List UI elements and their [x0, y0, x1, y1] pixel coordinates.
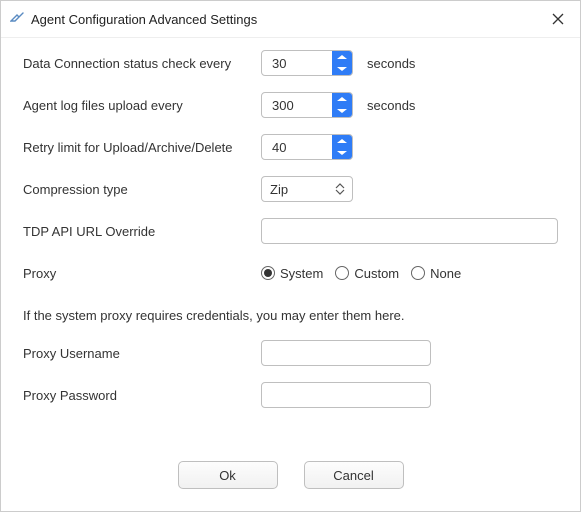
proxy-note: If the system proxy requires credentials… [23, 308, 405, 323]
compression-label: Compression type [23, 182, 261, 197]
row-proxy-password: Proxy Password [23, 382, 558, 408]
retry-limit-label: Retry limit for Upload/Archive/Delete [23, 140, 261, 155]
ok-button[interactable]: Ok [178, 461, 278, 489]
dialog-window: Agent Configuration Advanced Settings Da… [0, 0, 581, 512]
proxy-radio-none[interactable]: None [411, 266, 461, 281]
data-connection-spinner[interactable] [261, 50, 353, 76]
retry-limit-input[interactable] [270, 139, 328, 156]
row-data-connection: Data Connection status check every secon… [23, 50, 558, 76]
proxy-radio-system-label: System [280, 266, 323, 281]
spinner-arrows-icon[interactable] [332, 51, 352, 75]
radio-icon [335, 266, 349, 280]
radio-icon [261, 266, 275, 280]
row-tdp-url: TDP API URL Override [23, 218, 558, 244]
row-proxy: Proxy System Custom None [23, 260, 558, 286]
spinner-arrows-icon[interactable] [332, 93, 352, 117]
proxy-username-label: Proxy Username [23, 346, 261, 361]
row-proxy-note: If the system proxy requires credentials… [23, 302, 558, 328]
proxy-label: Proxy [23, 266, 261, 281]
retry-limit-spinner[interactable] [261, 134, 353, 160]
close-button[interactable] [546, 7, 570, 31]
row-log-upload: Agent log files upload every seconds [23, 92, 558, 118]
titlebar: Agent Configuration Advanced Settings [1, 1, 580, 38]
app-icon [9, 11, 25, 27]
content: Data Connection status check every secon… [1, 38, 580, 443]
proxy-password-label: Proxy Password [23, 388, 261, 403]
proxy-radio-custom[interactable]: Custom [335, 266, 399, 281]
spinner-arrows-icon[interactable] [332, 135, 352, 159]
proxy-radio-system[interactable]: System [261, 266, 323, 281]
data-connection-unit: seconds [367, 56, 415, 71]
proxy-password-input[interactable] [261, 382, 431, 408]
radio-icon [411, 266, 425, 280]
data-connection-input[interactable] [270, 55, 328, 72]
proxy-username-input[interactable] [261, 340, 431, 366]
tdp-url-input[interactable] [261, 218, 558, 244]
proxy-radio-none-label: None [430, 266, 461, 281]
data-connection-label: Data Connection status check every [23, 56, 261, 71]
row-retry-limit: Retry limit for Upload/Archive/Delete [23, 134, 558, 160]
row-proxy-username: Proxy Username [23, 340, 558, 366]
tdp-url-label: TDP API URL Override [23, 224, 261, 239]
footer: Ok Cancel [1, 443, 580, 511]
log-upload-label: Agent log files upload every [23, 98, 261, 113]
log-upload-input[interactable] [270, 97, 328, 114]
row-compression: Compression type Zip [23, 176, 558, 202]
proxy-radio-group: System Custom None [261, 266, 461, 281]
window-title: Agent Configuration Advanced Settings [31, 12, 546, 27]
chevron-updown-icon [332, 177, 348, 201]
close-icon [552, 13, 564, 25]
cancel-button[interactable]: Cancel [304, 461, 404, 489]
compression-value: Zip [270, 182, 288, 197]
log-upload-unit: seconds [367, 98, 415, 113]
compression-select[interactable]: Zip [261, 176, 353, 202]
proxy-radio-custom-label: Custom [354, 266, 399, 281]
log-upload-spinner[interactable] [261, 92, 353, 118]
